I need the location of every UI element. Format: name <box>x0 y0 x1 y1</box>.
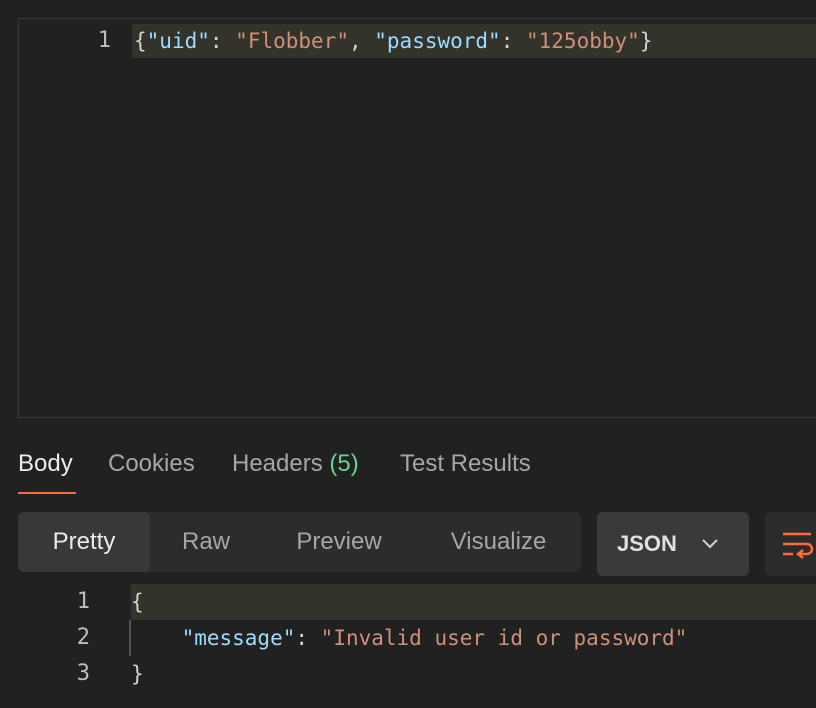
response-line: 1 { <box>0 584 816 620</box>
tab-test-results[interactable]: Test Results <box>400 444 531 484</box>
json-colon: : <box>295 626 321 650</box>
json-brace: } <box>131 662 144 686</box>
chevron-down-icon <box>701 536 719 555</box>
editor-line[interactable]: 1 {"uid": "Flobber", "password": "125obb… <box>19 24 816 58</box>
line-number: 3 <box>76 661 90 686</box>
format-select[interactable]: JSON <box>597 512 749 576</box>
json-brace: { <box>131 584 816 620</box>
json-key: "uid" <box>146 29 210 53</box>
headers-count-badge: (5) <box>329 450 359 477</box>
response-line: 2 "message": "Invalid user id or passwor… <box>0 620 816 656</box>
request-body-editor[interactable]: 1 {"uid": "Flobber", "password": "125obb… <box>18 18 816 418</box>
tab-headers-label: Headers <box>232 450 323 477</box>
line-number: 1 <box>97 28 111 53</box>
response-line: 3 } <box>0 656 816 692</box>
json-colon: : <box>500 29 526 53</box>
tab-cookies[interactable]: Cookies <box>108 444 195 484</box>
json-key: "message" <box>181 626 296 650</box>
tab-headers[interactable]: Headers (5) <box>232 444 359 484</box>
response-body-viewer[interactable]: 1 { 2 "message": "Invalid user id or pas… <box>0 584 816 708</box>
json-key: "password" <box>374 29 501 53</box>
response-code: "message": "Invalid user id or password" <box>131 620 816 656</box>
active-tab-indicator <box>18 492 76 494</box>
line-number: 2 <box>76 625 90 650</box>
format-select-value: JSON <box>617 531 677 556</box>
response-tabs: Body Cookies Headers (5) Test Results <box>18 444 816 496</box>
view-mode-segmented-control: Pretty Raw Preview Visualize <box>18 512 581 572</box>
view-pretty-button[interactable]: Pretty <box>18 512 150 572</box>
line-number: 1 <box>76 589 90 614</box>
json-brace: } <box>639 29 653 53</box>
json-string: "Flobber" <box>235 29 349 53</box>
tab-body[interactable]: Body <box>18 444 73 484</box>
editor-code[interactable]: {"uid": "Flobber", "password": "125obby"… <box>132 24 816 58</box>
view-raw-button[interactable]: Raw <box>150 512 262 572</box>
view-visualize-button[interactable]: Visualize <box>426 512 571 572</box>
json-string: "Invalid user id or password" <box>320 626 688 650</box>
json-comma: , <box>348 29 375 53</box>
wrap-lines-button[interactable] <box>765 512 816 576</box>
json-string: "125obby" <box>526 29 640 53</box>
view-preview-button[interactable]: Preview <box>268 512 410 572</box>
json-colon: : <box>209 29 236 53</box>
json-brace: { <box>134 29 147 53</box>
